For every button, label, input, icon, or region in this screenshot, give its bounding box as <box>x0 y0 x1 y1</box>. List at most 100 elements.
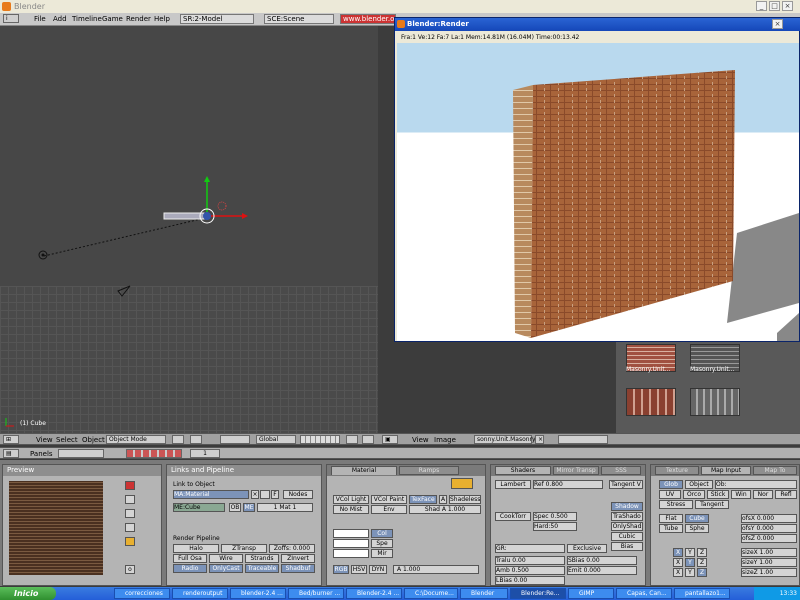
taskbar-item[interactable]: Bed/burner ... <box>288 588 344 599</box>
shadbuf-button[interactable]: Shadbuf <box>281 564 315 573</box>
mir-swatch[interactable] <box>333 549 369 558</box>
shad-alpha-field[interactable]: Shad A 1.000 <box>409 505 481 514</box>
taskbar-item[interactable]: pantallazo1... <box>674 588 730 599</box>
editor-type-icon[interactable]: ▣ <box>382 435 398 444</box>
proj-y-z[interactable]: Z <box>697 558 707 567</box>
shadeless-button[interactable]: Shadeless <box>449 495 481 504</box>
rgb-button[interactable]: RGB <box>333 565 349 574</box>
editor-type-icon[interactable]: ▤ <box>3 449 19 458</box>
url-field[interactable]: www.blender.org <box>340 14 402 24</box>
context-icons[interactable] <box>58 449 104 458</box>
onlyshad-button[interactable]: OnlyShad <box>611 522 643 531</box>
hsv-button[interactable]: HSV <box>351 565 367 574</box>
dyn-button[interactable]: DYN <box>369 565 387 574</box>
mir-button[interactable]: Mir <box>371 549 393 558</box>
cubic-button[interactable]: Cubic <box>611 532 643 541</box>
camera-icon[interactable] <box>117 285 131 297</box>
amb-slider[interactable]: Amb 0.500 <box>495 566 565 575</box>
radio-button[interactable]: Radio <box>173 564 207 573</box>
zoffs-field[interactable]: Zoffs: 0.000 <box>269 544 315 553</box>
traceable-button[interactable]: Traceable <box>245 564 279 573</box>
tube-button[interactable]: Tube <box>659 524 683 533</box>
plane-object[interactable] <box>163 212 205 220</box>
f-button[interactable]: F <box>271 490 279 499</box>
stick-button[interactable]: Stick <box>707 490 729 499</box>
taskbar-item[interactable]: correcciones <box>114 588 170 599</box>
glob-button[interactable]: Glob <box>659 480 683 489</box>
panels-menu[interactable]: Panels <box>30 450 53 458</box>
bias-button[interactable]: Bias <box>611 542 643 551</box>
layer-buttons[interactable] <box>300 435 340 444</box>
3d-viewport[interactable]: (1) Cube <box>0 26 378 433</box>
spe-button[interactable]: Spe <box>371 539 393 548</box>
sphe-button[interactable]: Sphe <box>685 524 709 533</box>
frame-field[interactable]: 1 <box>190 449 220 458</box>
strands-button[interactable]: Strands <box>245 554 279 563</box>
image-close-icon[interactable]: × <box>535 435 544 444</box>
stress-button[interactable]: Stress <box>659 500 693 509</box>
tab-sss[interactable]: SSS <box>601 466 641 475</box>
zinvert-button[interactable]: ZInvert <box>281 554 315 563</box>
proj-x-z[interactable]: Z <box>697 548 707 557</box>
tab-ramps[interactable]: Ramps <box>399 466 459 475</box>
unlink-icon[interactable]: × <box>251 490 259 499</box>
thumbnail-masonry-2[interactable] <box>690 388 740 416</box>
subcontext-icons[interactable] <box>126 449 182 458</box>
image-tool-icons[interactable] <box>558 435 608 444</box>
menu-help[interactable]: Help <box>154 15 170 23</box>
proj-z-x[interactable]: X <box>673 568 683 577</box>
texface-button[interactable]: TexFace <box>409 495 437 504</box>
close-button[interactable]: × <box>782 1 793 11</box>
onlycast-button[interactable]: OnlyCast <box>209 564 243 573</box>
spe-swatch[interactable] <box>333 539 369 548</box>
tralu-slider[interactable]: Tralu 0.00 <box>495 556 565 565</box>
view-menu[interactable]: View <box>412 436 429 444</box>
editor-type-icon[interactable]: i <box>3 14 19 23</box>
halo-button[interactable]: Halo <box>173 544 219 553</box>
ofsx-field[interactable]: ofsX 0.000 <box>741 514 797 523</box>
taskbar-item[interactable]: blender-2.4 ... <box>230 588 286 599</box>
start-button[interactable]: Inicio <box>0 587 56 600</box>
tab-map-input[interactable]: Map Input <box>701 466 751 475</box>
minimize-button[interactable]: _ <box>756 1 767 11</box>
ob-button[interactable]: OB <box>229 503 241 512</box>
diffuse-shader-select[interactable]: Lambert <box>495 480 531 489</box>
trashado-button[interactable]: TraShado <box>611 512 643 521</box>
menu-timeline[interactable]: Timeline <box>72 15 102 23</box>
group-field[interactable]: GR: <box>495 544 565 553</box>
object-button[interactable]: Object <box>685 480 713 489</box>
specular-shader-select[interactable]: CookTorr <box>495 512 531 521</box>
screen-selector[interactable]: SR:2-Model <box>180 14 254 24</box>
me-button[interactable]: ME <box>243 503 255 512</box>
image-name-field[interactable]: sonny.Unit.Masonry <box>474 435 536 444</box>
vcol-light-button[interactable]: VCol Light <box>333 495 369 504</box>
spec-slider[interactable]: Spec 0.500 <box>533 512 577 521</box>
taskbar-item[interactable]: GIMP <box>568 588 614 599</box>
env-button[interactable]: Env <box>371 505 407 514</box>
preview-monkey-icon[interactable] <box>125 523 135 532</box>
tab-material[interactable]: Material <box>331 466 397 475</box>
sizez-field[interactable]: sizeZ 1.00 <box>741 568 797 577</box>
orco-button[interactable]: Orco <box>683 490 705 499</box>
tangent-v-button[interactable]: Tangent V <box>609 480 643 489</box>
tab-texture[interactable]: Texture <box>655 466 699 475</box>
col-button[interactable]: Col <box>371 529 393 538</box>
view-menu[interactable]: View <box>36 436 53 444</box>
draw-type-icon[interactable] <box>172 435 184 444</box>
render-icon[interactable] <box>362 435 374 444</box>
lock-icon[interactable] <box>346 435 358 444</box>
proj-y-y[interactable]: Y <box>685 558 695 567</box>
render-close-button[interactable]: × <box>772 19 783 29</box>
menu-file[interactable]: File <box>34 15 46 23</box>
tab-shaders[interactable]: Shaders <box>495 466 551 475</box>
scene-selector[interactable]: SCE:Scene <box>264 14 334 24</box>
editor-type-icon[interactable]: ⊞ <box>3 435 19 444</box>
menu-add[interactable]: Add <box>53 15 67 23</box>
uv-button[interactable]: UV <box>659 490 681 499</box>
full-osa-button[interactable]: Full Osa <box>173 554 207 563</box>
alpha-slider[interactable]: A 1.000 <box>393 565 479 574</box>
lbias-slider[interactable]: LBias 0.00 <box>495 576 565 585</box>
menu-game[interactable]: Game <box>102 15 123 23</box>
thumbnail-brick-2[interactable] <box>626 388 676 416</box>
tab-map-to[interactable]: Map To <box>753 466 797 475</box>
